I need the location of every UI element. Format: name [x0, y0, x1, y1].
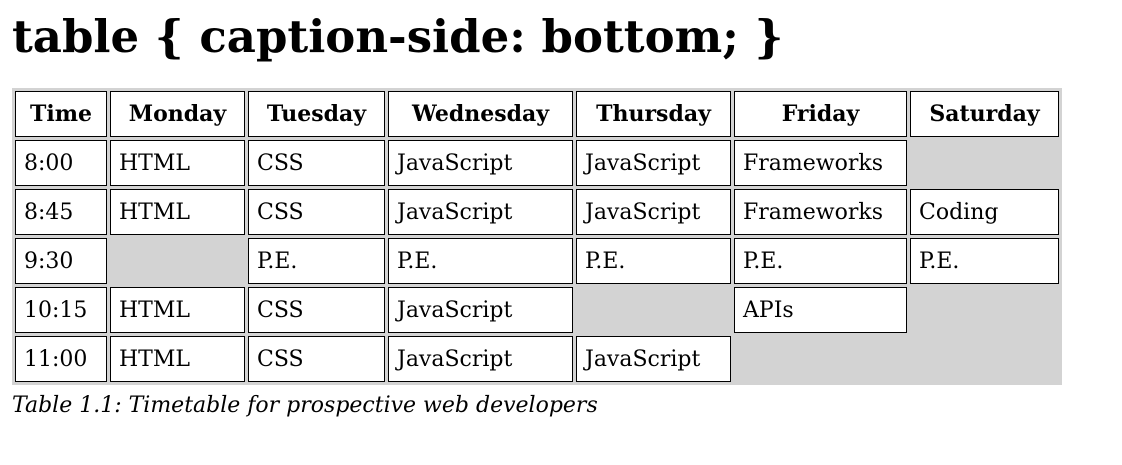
page-title: table { caption-side: bottom; } [12, 10, 784, 63]
empty-cell [576, 287, 731, 333]
table-row: 8:00 HTML CSS JavaScript JavaScript Fram… [15, 140, 1059, 186]
table-cell: HTML [110, 287, 245, 333]
empty-cell [910, 287, 1059, 333]
timetable: Table 1.1: Timetable for prospective web… [12, 88, 1062, 418]
header-wednesday: Wednesday [388, 91, 573, 137]
table-cell: CSS [248, 140, 385, 186]
time-cell: 8:45 [15, 189, 107, 235]
empty-cell [910, 140, 1059, 186]
table-cell: HTML [110, 140, 245, 186]
table-cell: HTML [110, 336, 245, 382]
header-tuesday: Tuesday [248, 91, 385, 137]
time-cell: 9:30 [15, 238, 107, 284]
table-cell: JavaScript [388, 189, 573, 235]
header-row: Time Monday Tuesday Wednesday Thursday F… [15, 91, 1059, 137]
empty-cell [734, 336, 907, 382]
table-cell: Coding [910, 189, 1059, 235]
empty-cell [910, 336, 1059, 382]
table-cell: CSS [248, 287, 385, 333]
time-cell: 11:00 [15, 336, 107, 382]
table-cell: JavaScript [388, 287, 573, 333]
table-cell: Frameworks [734, 140, 907, 186]
table-cell: JavaScript [576, 189, 731, 235]
header-thursday: Thursday [576, 91, 731, 137]
header-saturday: Saturday [910, 91, 1059, 137]
table-cell: JavaScript [388, 336, 573, 382]
table-row: 9:30 P.E. P.E. P.E. P.E. P.E. [15, 238, 1059, 284]
table-cell: P.E. [388, 238, 573, 284]
header-friday: Friday [734, 91, 907, 137]
table-cell: CSS [248, 336, 385, 382]
table-cell: CSS [248, 189, 385, 235]
table-cell: P.E. [910, 238, 1059, 284]
table-cell: Frameworks [734, 189, 907, 235]
table-cell: P.E. [734, 238, 907, 284]
time-cell: 8:00 [15, 140, 107, 186]
table-cell: JavaScript [576, 140, 731, 186]
table-cell: APIs [734, 287, 907, 333]
table-cell: HTML [110, 189, 245, 235]
empty-cell [110, 238, 245, 284]
table-cell: P.E. [576, 238, 731, 284]
table-cell: P.E. [248, 238, 385, 284]
table-caption: Table 1.1: Timetable for prospective web… [12, 393, 598, 418]
header-time: Time [15, 91, 107, 137]
time-cell: 10:15 [15, 287, 107, 333]
header-monday: Monday [110, 91, 245, 137]
table-cell: JavaScript [576, 336, 731, 382]
table-row: 11:00 HTML CSS JavaScript JavaScript [15, 336, 1059, 382]
page: table { caption-side: bottom; } Table 1.… [0, 0, 1122, 418]
table-cell: JavaScript [388, 140, 573, 186]
table-row: 10:15 HTML CSS JavaScript APIs [15, 287, 1059, 333]
table-row: 8:45 HTML CSS JavaScript JavaScript Fram… [15, 189, 1059, 235]
